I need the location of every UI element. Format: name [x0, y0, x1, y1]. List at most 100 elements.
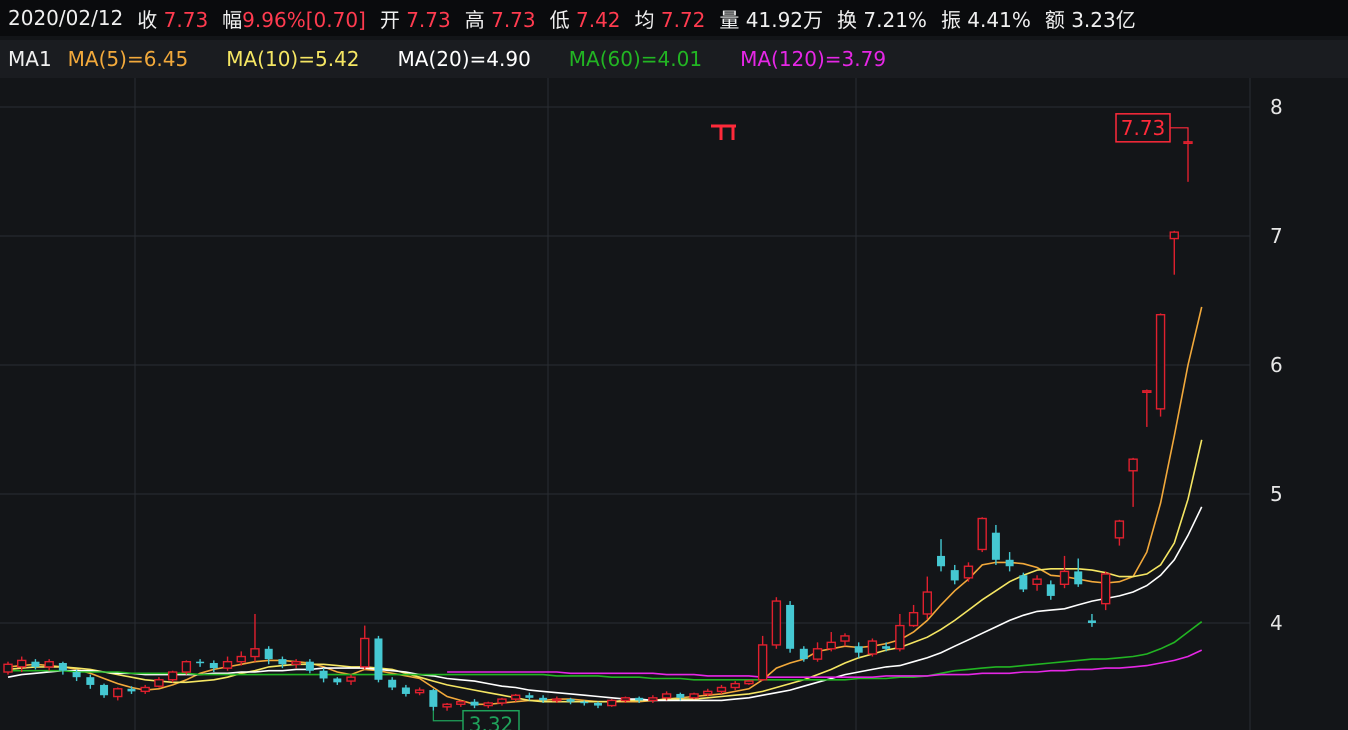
amount-value: 3.23亿 [1071, 7, 1136, 32]
candle [456, 700, 466, 707]
ma60-legend: MA(60)=4.01 [568, 47, 703, 71]
candle-body [716, 686, 727, 693]
candle [594, 701, 602, 709]
candle [1142, 389, 1152, 427]
ma120-line [447, 649, 1203, 678]
candle-body [442, 703, 452, 708]
candle-body [250, 648, 260, 658]
y-tick-label: 4 [1270, 611, 1283, 635]
candle [895, 613, 905, 652]
high-marker-leader [1170, 127, 1189, 142]
candle-body [429, 690, 438, 707]
candle-body [291, 661, 301, 665]
candle-body [1155, 313, 1166, 410]
ma10-legend: MA(10)=5.42 [226, 47, 360, 71]
candle [1169, 230, 1179, 275]
candle-body [771, 600, 782, 646]
candle [1005, 552, 1014, 572]
candle [730, 681, 740, 691]
candle-body [127, 688, 136, 692]
candlestick-chart[interactable]: 8 7 6 5 4 7.73 3.32 [0, 78, 1348, 730]
candle-body [648, 697, 658, 702]
candle-body [31, 661, 40, 667]
change-value: 9.96%[0.70] [242, 7, 366, 32]
candle-body [333, 678, 342, 683]
candle [346, 674, 356, 685]
candle [154, 677, 164, 688]
volume-label: 量 [719, 7, 740, 32]
close-label: 收 [137, 7, 158, 32]
candle-body [510, 694, 521, 700]
candle [305, 659, 314, 674]
candle-body [1183, 141, 1193, 145]
candle-body [44, 661, 54, 668]
candle-body [635, 697, 644, 701]
candle-body [72, 672, 81, 678]
candle-body [222, 661, 233, 669]
candle [414, 687, 425, 696]
volume-value: 41.92万 [745, 7, 824, 32]
candle [388, 677, 397, 691]
candle-body [483, 702, 493, 707]
candle [113, 687, 123, 701]
y-tick-label: 6 [1270, 353, 1283, 377]
quote-date: 2020/02/12 [8, 6, 124, 30]
candle [757, 635, 768, 682]
candle-body [196, 661, 205, 664]
candle [786, 601, 795, 653]
turnover-label: 换 [837, 7, 858, 32]
candle-body [922, 591, 933, 615]
candle-body [826, 641, 836, 650]
candle [1074, 558, 1083, 587]
candle [1183, 141, 1193, 182]
candle [17, 656, 27, 673]
candle-body [525, 695, 534, 698]
low-value: 7.42 [575, 7, 621, 32]
candle-body [991, 532, 1000, 560]
open-value: 7.73 [406, 7, 451, 32]
candle [483, 701, 493, 709]
avg-value: 7.72 [660, 7, 706, 32]
ma-legend-title[interactable]: MA1 [8, 47, 52, 71]
candle-body [470, 701, 479, 706]
candle [510, 693, 521, 702]
candle-body [319, 670, 328, 679]
ma120-legend: MA(120)=3.79 [740, 47, 887, 71]
candle [908, 604, 919, 627]
candle [1100, 571, 1111, 611]
candle-body [744, 680, 754, 685]
candle [442, 702, 452, 711]
candle [360, 625, 370, 670]
candle-body [580, 701, 589, 704]
candle-body [1074, 571, 1083, 585]
high-marker-label: 7.73 [1121, 116, 1166, 140]
candle-body [1032, 578, 1042, 586]
candle [181, 660, 192, 675]
low-marker-label: 3.32 [469, 713, 514, 730]
candle [222, 656, 233, 671]
ma5-line [7, 306, 1203, 706]
candle-body [539, 697, 548, 701]
change-label: 幅 [222, 7, 243, 32]
candle-body [566, 699, 575, 702]
candle-body [676, 693, 685, 698]
candle-body [620, 697, 631, 702]
candle-body [950, 570, 959, 581]
candle-body [209, 662, 218, 669]
candle [1059, 555, 1070, 589]
amplitude-value: 4.41% [967, 7, 1031, 32]
candle-body [730, 682, 740, 689]
amount-label: 额 [1044, 7, 1065, 32]
candle [950, 564, 959, 585]
candle-body [113, 688, 123, 698]
candle [497, 697, 507, 706]
candle-body [58, 662, 67, 671]
candle-body [937, 555, 946, 567]
candle-body [867, 640, 878, 655]
candle [196, 659, 205, 667]
candle-body [607, 699, 617, 707]
low-label: 低 [549, 7, 570, 32]
candle [867, 638, 878, 657]
candle-body [1059, 570, 1070, 585]
candle [922, 576, 933, 620]
